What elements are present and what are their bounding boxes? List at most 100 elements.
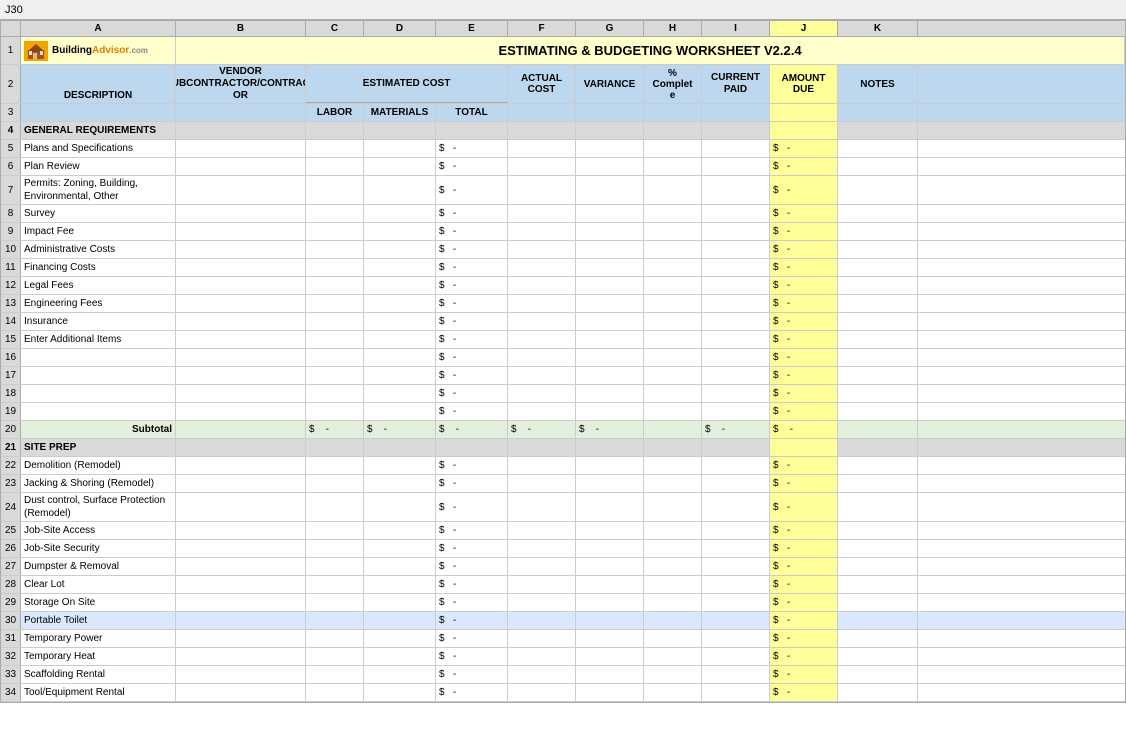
row-31-col-c[interactable]	[306, 630, 364, 647]
row-34-col-h[interactable]	[644, 684, 702, 701]
row-13-col-c[interactable]	[306, 295, 364, 312]
row-11-col-k[interactable]	[838, 259, 918, 276]
row-23-col-a[interactable]: Jacking & Shoring (Remodel)	[21, 475, 176, 492]
row-10-col-h[interactable]	[644, 241, 702, 258]
row-5-col-i[interactable]	[702, 140, 770, 157]
row-24-col-b[interactable]	[176, 493, 306, 521]
row-33-col-i[interactable]	[702, 666, 770, 683]
row-27-col-d[interactable]	[364, 558, 436, 575]
row-25-col-b[interactable]	[176, 522, 306, 539]
row-29-col-b[interactable]	[176, 594, 306, 611]
row-28-col-g[interactable]	[576, 576, 644, 593]
row-7-col-e[interactable]: $ -	[436, 176, 508, 204]
row-13-col-f[interactable]	[508, 295, 576, 312]
row-11-col-d[interactable]	[364, 259, 436, 276]
row-12-col-g[interactable]	[576, 277, 644, 294]
row-9-col-i[interactable]	[702, 223, 770, 240]
row-6-col-h[interactable]	[644, 158, 702, 175]
row-9-col-j[interactable]: $ -	[770, 223, 838, 240]
row-12-col-b[interactable]	[176, 277, 306, 294]
row-29-col-k[interactable]	[838, 594, 918, 611]
row-18-col-e[interactable]: $ -	[436, 385, 508, 402]
row-8-col-d[interactable]	[364, 205, 436, 222]
row-24-col-e[interactable]: $ -	[436, 493, 508, 521]
row-33-col-c[interactable]	[306, 666, 364, 683]
row-13-col-k[interactable]	[838, 295, 918, 312]
row-19-col-e[interactable]: $ -	[436, 403, 508, 420]
row-17-col-a[interactable]	[21, 367, 176, 384]
row-10-col-f[interactable]	[508, 241, 576, 258]
row-13-col-e[interactable]: $ -	[436, 295, 508, 312]
row-29-col-h[interactable]	[644, 594, 702, 611]
row-6-col-c[interactable]	[306, 158, 364, 175]
row-31-col-g[interactable]	[576, 630, 644, 647]
row-26-col-i[interactable]	[702, 540, 770, 557]
row-5-col-b[interactable]	[176, 140, 306, 157]
row-32-col-g[interactable]	[576, 648, 644, 665]
row-23-col-h[interactable]	[644, 475, 702, 492]
row-31-col-f[interactable]	[508, 630, 576, 647]
row-18-col-d[interactable]	[364, 385, 436, 402]
row-30-col-f[interactable]	[508, 612, 576, 629]
row-9-col-h[interactable]	[644, 223, 702, 240]
row-7-col-a[interactable]: Permits: Zoning, Building,Environmental,…	[21, 176, 176, 204]
row-27-col-e[interactable]: $ -	[436, 558, 508, 575]
row-10-col-j[interactable]: $ -	[770, 241, 838, 258]
row-8-col-g[interactable]	[576, 205, 644, 222]
row-27-col-k[interactable]	[838, 558, 918, 575]
row-5-col-h[interactable]	[644, 140, 702, 157]
row-25-col-g[interactable]	[576, 522, 644, 539]
row-19-col-j[interactable]: $ -	[770, 403, 838, 420]
row-5-col-j[interactable]: $ -	[770, 140, 838, 157]
row-26-col-k[interactable]	[838, 540, 918, 557]
row-23-col-c[interactable]	[306, 475, 364, 492]
row-14-col-k[interactable]	[838, 313, 918, 330]
row-24-col-j[interactable]: $ -	[770, 493, 838, 521]
row-12-col-d[interactable]	[364, 277, 436, 294]
row-6-col-k[interactable]	[838, 158, 918, 175]
row-22-col-h[interactable]	[644, 457, 702, 474]
row-25-col-e[interactable]: $ -	[436, 522, 508, 539]
row-16-col-a[interactable]	[21, 349, 176, 366]
row-29-col-g[interactable]	[576, 594, 644, 611]
row-5-col-d[interactable]	[364, 140, 436, 157]
row-18-col-a[interactable]	[21, 385, 176, 402]
row-18-col-j[interactable]: $ -	[770, 385, 838, 402]
row-34-col-f[interactable]	[508, 684, 576, 701]
row-14-col-i[interactable]	[702, 313, 770, 330]
row-12-col-j[interactable]: $ -	[770, 277, 838, 294]
row-30-col-b[interactable]	[176, 612, 306, 629]
row-32-col-f[interactable]	[508, 648, 576, 665]
row-23-col-g[interactable]	[576, 475, 644, 492]
row-31-col-i[interactable]	[702, 630, 770, 647]
row-15-col-f[interactable]	[508, 331, 576, 348]
row-23-col-b[interactable]	[176, 475, 306, 492]
row-18-col-b[interactable]	[176, 385, 306, 402]
row-16-col-h[interactable]	[644, 349, 702, 366]
row-7-col-b[interactable]	[176, 176, 306, 204]
row-14-col-f[interactable]	[508, 313, 576, 330]
row-22-col-a[interactable]: Demolition (Remodel)	[21, 457, 176, 474]
row-32-col-d[interactable]	[364, 648, 436, 665]
row-26-col-g[interactable]	[576, 540, 644, 557]
row-26-col-j[interactable]: $ -	[770, 540, 838, 557]
row-33-col-j[interactable]: $ -	[770, 666, 838, 683]
row-33-col-d[interactable]	[364, 666, 436, 683]
row-8-col-f[interactable]	[508, 205, 576, 222]
row-25-col-j[interactable]: $ -	[770, 522, 838, 539]
row-16-col-d[interactable]	[364, 349, 436, 366]
row-29-col-e[interactable]: $ -	[436, 594, 508, 611]
row-14-col-a[interactable]: Insurance	[21, 313, 176, 330]
row-11-col-j[interactable]: $ -	[770, 259, 838, 276]
row-15-col-k[interactable]	[838, 331, 918, 348]
row-32-col-i[interactable]	[702, 648, 770, 665]
row-10-col-e[interactable]: $ -	[436, 241, 508, 258]
row-19-col-a[interactable]	[21, 403, 176, 420]
row-7-col-h[interactable]	[644, 176, 702, 204]
row-6-col-d[interactable]	[364, 158, 436, 175]
row-9-col-g[interactable]	[576, 223, 644, 240]
row-19-col-b[interactable]	[176, 403, 306, 420]
row-31-col-b[interactable]	[176, 630, 306, 647]
row-12-col-i[interactable]	[702, 277, 770, 294]
row-28-col-b[interactable]	[176, 576, 306, 593]
